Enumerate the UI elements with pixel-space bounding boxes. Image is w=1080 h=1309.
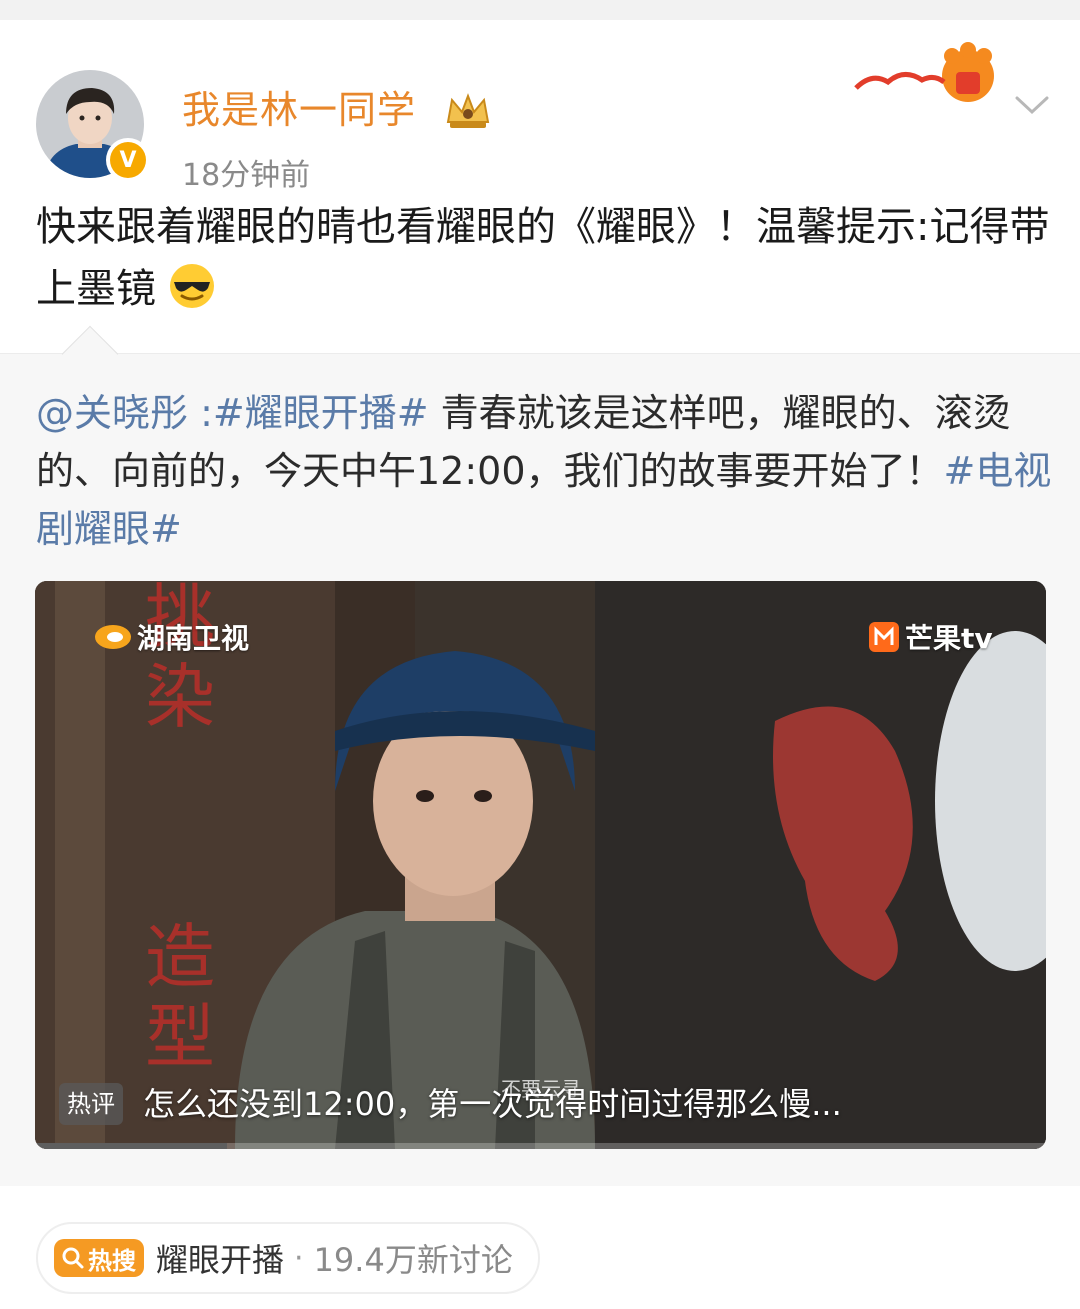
hot-search-pill[interactable]: 热搜 耀眼开播 · 19.4万新讨论 xyxy=(36,1222,540,1294)
post-text: 快来跟着耀眼的晴也看耀眼的《耀眼》！温馨提示:记得带上墨镜 xyxy=(36,196,1056,320)
svg-text:造: 造 xyxy=(145,916,215,998)
trend-separator: · xyxy=(294,1240,304,1276)
hot-comment-text[interactable]: 怎么还没到12:00，第一次觉得时间过得那么慢... xyxy=(143,1081,842,1127)
mango-tv-mark-icon xyxy=(869,622,899,652)
mention-link[interactable]: @关晓彤 xyxy=(36,391,188,435)
search-icon xyxy=(62,1247,84,1269)
hunan-tv-mark-icon xyxy=(95,625,131,649)
svg-text:染: 染 xyxy=(145,656,215,738)
svg-text:型: 型 xyxy=(145,996,215,1078)
video-progress-bar[interactable] xyxy=(35,1143,1046,1149)
chevron-down-icon[interactable] xyxy=(1014,92,1050,120)
hot-search-badge: 热搜 xyxy=(54,1239,144,1277)
trend-count: 19.4万新讨论 xyxy=(313,1241,513,1279)
trend-topic: 耀眼开播 xyxy=(156,1241,285,1279)
sunglasses-face-icon xyxy=(170,264,214,308)
video-player[interactable]: 挑 染 造 型 湖南卫视 芒果tv 不要云寻 热评 怎么还没到12:00，第一次… xyxy=(35,581,1046,1149)
mango-tv-text: 芒果tv xyxy=(905,622,993,655)
hashtag-link[interactable]: #耀眼开播# xyxy=(213,391,429,435)
top-strip xyxy=(0,0,1080,20)
hunan-tv-text: 湖南卫视 xyxy=(137,622,250,655)
video-progress-fill xyxy=(35,1143,228,1149)
video-frame: 挑 染 造 型 xyxy=(35,581,1046,1149)
tiger-badge-icon[interactable] xyxy=(852,42,1002,108)
repost-card[interactable]: @关晓彤 :#耀眼开播# 青春就该是这样吧，耀眼的、滚烫的、向前的，今天中午12… xyxy=(0,325,1080,1186)
crown-badge-icon[interactable] xyxy=(444,92,492,132)
mango-tv-logo: 芒果tv xyxy=(867,617,993,657)
hot-comment-tag: 热评 xyxy=(59,1083,123,1125)
verified-mark: V xyxy=(110,142,146,178)
hunan-tv-logo: 湖南卫视 xyxy=(93,617,249,657)
username[interactable]: 我是林一同学 xyxy=(182,84,416,136)
repost-separator: : xyxy=(188,391,213,435)
repost-text: @关晓彤 :#耀眼开播# 青春就该是这样吧，耀眼的、滚烫的、向前的，今天中午12… xyxy=(36,384,1052,558)
timestamp: 18分钟前 xyxy=(182,158,311,193)
repost-notch xyxy=(61,325,119,383)
hot-search-label: 热搜 xyxy=(88,1246,136,1275)
post-header: V 我是林一同学 18分钟前 xyxy=(0,20,1080,193)
verified-icon: V xyxy=(106,138,150,182)
